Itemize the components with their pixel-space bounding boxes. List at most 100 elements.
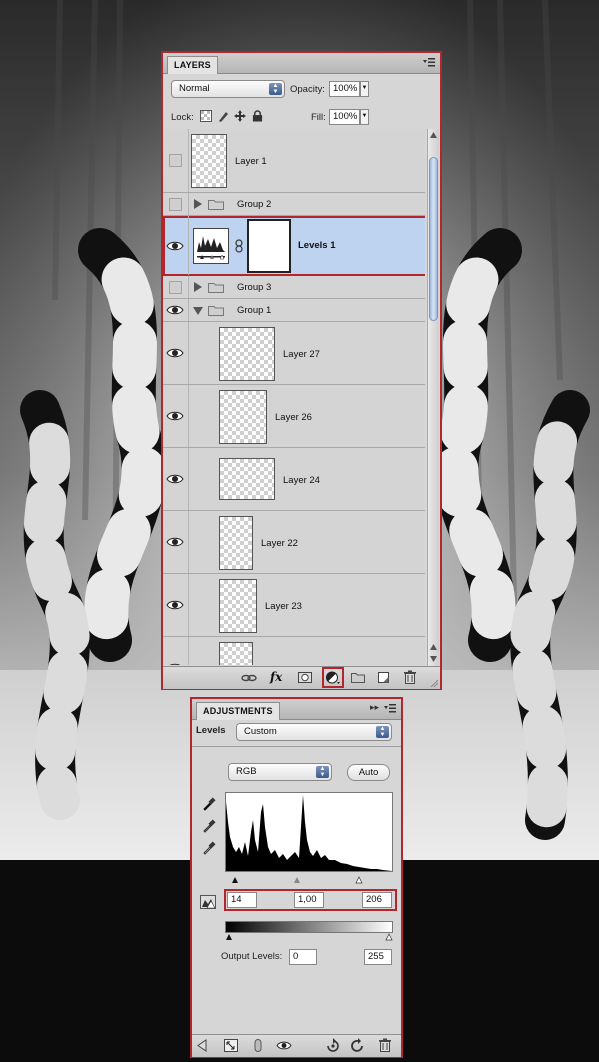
adjustment-layer-icon[interactable] (325, 670, 341, 685)
chevron-updown-icon: ▲ ▼ (376, 726, 389, 738)
adjustments-panel: ADJUSTMENTS ▸▸ Levels Custom ▲ ▼ RGB ▲ ▼ A… (190, 697, 403, 1058)
new-group-icon[interactable] (350, 670, 366, 685)
opacity-label: Opacity: (290, 84, 325, 95)
trash-icon[interactable] (402, 670, 418, 685)
adjustment-type-label: Levels (196, 725, 226, 736)
group-row[interactable]: Group 1 (163, 299, 425, 322)
white-point-eyedropper-icon[interactable] (202, 841, 216, 855)
panel-menu-icon[interactable] (422, 57, 436, 68)
lock-label: Lock: (171, 112, 194, 123)
resize-grip-icon[interactable] (430, 679, 438, 687)
new-layer-icon[interactable] (376, 670, 392, 685)
output-slider-track[interactable] (225, 933, 393, 941)
eye-icon[interactable] (166, 344, 184, 362)
input-slider-track[interactable] (225, 874, 393, 884)
layers-list: Layer 1 Group 2 Levels 1 Group 3 Group 1… (163, 129, 425, 665)
expand-view-icon[interactable] (223, 1038, 239, 1053)
layer-name[interactable]: Layer 1 (235, 156, 267, 167)
layer-thumbnail (219, 327, 275, 381)
fill-field[interactable]: 100% (329, 109, 360, 125)
eye-icon[interactable] (166, 596, 184, 614)
layer-name[interactable]: Levels 1 (298, 240, 336, 251)
row-divider (188, 193, 189, 215)
blend-mode-select[interactable]: Normal ▲ ▼ (171, 80, 285, 98)
layers-tab[interactable]: LAYERS (167, 56, 218, 74)
layer-name[interactable]: Layer 24 (283, 475, 320, 486)
group-name[interactable]: Group 3 (237, 282, 271, 293)
fill-label: Fill: (311, 112, 326, 123)
lock-transparent-pixels-icon[interactable] (200, 110, 212, 122)
input-white-field[interactable]: 206 (362, 892, 392, 908)
eye-icon[interactable] (166, 533, 184, 551)
layer-name[interactable]: Layer 27 (283, 349, 320, 360)
group-row[interactable]: Group 3 (163, 276, 425, 299)
layer-row[interactable] (163, 637, 425, 665)
opacity-dropdown-arrow[interactable]: ▼ (360, 81, 369, 97)
group-name[interactable]: Group 1 (237, 305, 271, 316)
layer-row[interactable]: Layer 22 (163, 511, 425, 574)
layer-name[interactable]: Layer 26 (275, 412, 312, 423)
preset-select[interactable]: Custom ▲ ▼ (236, 723, 392, 741)
layer-row[interactable]: Layer 1 (163, 129, 425, 193)
scrollbar-thumb[interactable] (429, 157, 438, 321)
panel-menu-icon[interactable] (383, 703, 397, 714)
eye-icon[interactable] (166, 237, 184, 255)
layer-row[interactable]: Layer 24 (163, 448, 425, 511)
scroll-down-arrow-icon[interactable] (429, 655, 438, 663)
output-black-field[interactable]: 0 (289, 949, 317, 965)
collapsed-triangle-icon[interactable] (194, 282, 202, 292)
chevron-updown-icon: ▲ ▼ (269, 83, 282, 95)
eye-icon[interactable] (166, 659, 184, 665)
view-previous-icon[interactable] (325, 1038, 341, 1053)
layer-row[interactable]: Layer 27 (163, 322, 425, 385)
layer-name[interactable]: Layer 22 (261, 538, 298, 549)
layers-scrollbar[interactable] (427, 129, 439, 667)
collapse-panel-icon[interactable]: ▸▸ (370, 702, 379, 713)
layer-row[interactable]: Layer 23 (163, 574, 425, 637)
visibility-toggle[interactable] (169, 154, 182, 167)
visibility-toggle[interactable] (169, 281, 182, 294)
chain-link-icon[interactable] (235, 239, 243, 253)
adjustment-layer-row[interactable]: Levels 1 (163, 216, 425, 276)
lock-all-icon[interactable] (252, 110, 263, 122)
layers-panel: LAYERS Normal ▲ ▼ Opacity: 100% ▼ Lock: F… (161, 51, 442, 690)
channel-select[interactable]: RGB ▲ ▼ (228, 763, 332, 781)
group-row[interactable]: Group 2 (163, 193, 425, 216)
add-mask-icon[interactable] (297, 670, 313, 685)
eye-icon[interactable] (166, 470, 184, 488)
output-white-field[interactable]: 255 (364, 949, 392, 965)
black-point-eyedropper-icon[interactable] (202, 797, 216, 811)
back-arrow-icon[interactable] (196, 1038, 212, 1053)
row-divider (188, 129, 189, 192)
trash-icon[interactable] (377, 1038, 393, 1053)
auto-button[interactable]: Auto (347, 764, 390, 781)
input-black-field[interactable]: 14 (227, 892, 257, 908)
opacity-field[interactable]: 100% (329, 81, 360, 97)
clip-warning-icon[interactable] (200, 895, 216, 909)
scroll-up-arrow-icon[interactable] (429, 131, 438, 139)
layer-mask-thumbnail[interactable] (247, 219, 291, 273)
eye-icon[interactable] (166, 407, 184, 425)
chevron-updown-icon: ▲ ▼ (316, 766, 329, 778)
expanded-triangle-icon[interactable] (193, 307, 203, 315)
layer-name[interactable]: Layer 23 (265, 601, 302, 612)
visibility-toggle[interactable] (169, 198, 182, 211)
adjustments-tab-bar: ADJUSTMENTS ▸▸ (192, 699, 401, 720)
collapsed-triangle-icon[interactable] (194, 199, 202, 209)
reset-icon[interactable] (350, 1038, 366, 1053)
link-layers-icon[interactable] (241, 670, 257, 685)
adjustments-tab[interactable]: ADJUSTMENTS (196, 702, 280, 720)
folder-icon (208, 306, 224, 316)
clip-icon[interactable] (250, 1038, 266, 1053)
lock-position-icon[interactable] (234, 110, 246, 122)
group-name[interactable]: Group 2 (237, 199, 271, 210)
visibility-icon[interactable] (276, 1038, 292, 1053)
layer-row[interactable]: Layer 26 (163, 385, 425, 448)
fx-icon[interactable]: fx (270, 670, 282, 684)
eye-icon[interactable] (166, 301, 184, 319)
lock-image-pixels-icon[interactable] (217, 110, 229, 122)
scroll-up-arrow-icon[interactable] (429, 643, 438, 651)
gray-point-eyedropper-icon[interactable] (202, 819, 216, 833)
input-gamma-field[interactable]: 1,00 (294, 892, 324, 908)
fill-dropdown-arrow[interactable]: ▼ (360, 109, 369, 125)
